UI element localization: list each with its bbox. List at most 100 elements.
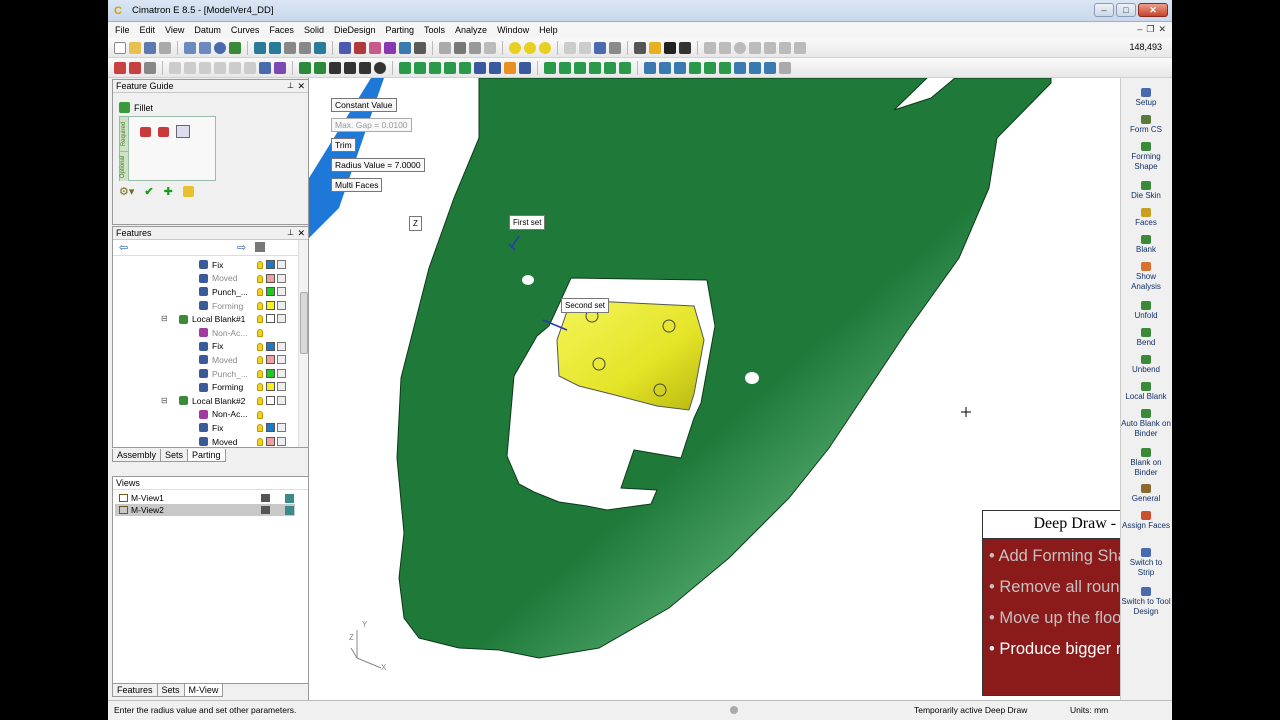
menu-datum[interactable]: Datum <box>189 25 226 35</box>
tree-options-icon[interactable] <box>255 242 265 252</box>
menu-analyze[interactable]: Analyze <box>450 25 492 35</box>
color-swatch[interactable] <box>266 260 275 269</box>
delete-icon[interactable] <box>114 61 126 74</box>
redo-icon[interactable] <box>199 41 211 54</box>
sketch-icon[interactable] <box>299 61 311 74</box>
copy-icon[interactable] <box>277 368 286 378</box>
view-activate-icon[interactable] <box>285 494 294 503</box>
pick-face-icon[interactable] <box>169 61 181 74</box>
hidden-line-icon[interactable] <box>454 41 466 54</box>
snap-end-icon[interactable] <box>779 41 791 54</box>
constant-value-button[interactable]: Constant Value <box>331 98 397 112</box>
multi-faces-button[interactable]: Multi Faces <box>331 178 383 192</box>
move-icon[interactable] <box>314 41 326 54</box>
layers-icon[interactable] <box>594 41 606 54</box>
features-scrollbar[interactable] <box>298 240 308 447</box>
die-tool-4-icon[interactable] <box>689 61 701 74</box>
table-icon[interactable] <box>634 41 646 54</box>
face-fill-icon[interactable] <box>619 61 631 74</box>
tab-m-view[interactable]: M-View <box>183 684 224 697</box>
tab-sets[interactable]: Sets <box>160 449 189 462</box>
maximize-button[interactable]: □ <box>1116 3 1136 17</box>
copy-icon[interactable] <box>277 396 286 405</box>
tab-sets[interactable]: Sets <box>156 684 185 697</box>
view-orbit-icon[interactable] <box>214 41 226 54</box>
menu-solid[interactable]: Solid <box>299 25 329 35</box>
view-front-icon[interactable] <box>354 41 366 54</box>
visibility-bulb-icon[interactable] <box>257 342 263 351</box>
color-swatch[interactable] <box>266 423 275 433</box>
sidebar-item-form-cs[interactable]: Form CS <box>1121 115 1171 135</box>
sidebar-item-die-skin[interactable]: Die Skin <box>1121 181 1171 201</box>
open-file-icon[interactable] <box>129 41 141 54</box>
apply-icon[interactable]: ✚ <box>164 185 173 198</box>
close-panel-icon[interactable]: ✕ <box>297 227 305 239</box>
filter-icon[interactable] <box>259 61 271 74</box>
back-arrow-icon[interactable]: ⇦ <box>119 241 128 254</box>
die-tool-5-icon[interactable] <box>704 61 716 74</box>
tree-row[interactable]: ⊟ Local Blank#1 <box>113 312 293 326</box>
face-blend-icon[interactable] <box>574 61 586 74</box>
pin-icon[interactable]: ⊥ <box>287 227 294 239</box>
tab-parting[interactable]: Parting <box>187 449 226 462</box>
menu-window[interactable]: Window <box>492 25 534 35</box>
tree-row[interactable]: Moved <box>113 272 293 286</box>
pick-edge-icon[interactable] <box>184 61 196 74</box>
camera-icon[interactable] <box>261 506 270 514</box>
hide-icon[interactable] <box>524 41 536 54</box>
pick-set-icon[interactable] <box>274 61 286 74</box>
ok-icon[interactable]: ✔ <box>144 185 153 198</box>
line-icon[interactable] <box>344 61 356 74</box>
trim-curve-icon[interactable] <box>444 61 456 74</box>
zoom-icon[interactable] <box>284 41 296 54</box>
new-file-icon[interactable] <box>114 41 126 54</box>
cut-icon[interactable] <box>159 41 171 54</box>
close-panel-icon[interactable]: ✕ <box>297 80 305 92</box>
sidebar-item-switch-to-strip[interactable]: Switch to Strip <box>1121 548 1171 578</box>
visibility-bulb-icon[interactable] <box>257 301 263 310</box>
sidebar-item-assign-faces[interactable]: Assign Faces <box>1121 511 1171 531</box>
composite-icon[interactable] <box>314 61 326 74</box>
pick-point-icon[interactable] <box>229 61 241 74</box>
pick-all-icon[interactable] <box>244 61 256 74</box>
die-tool-2-icon[interactable] <box>659 61 671 74</box>
face-split-icon[interactable] <box>604 61 616 74</box>
color-swatch[interactable] <box>266 396 275 405</box>
tab-assembly[interactable]: Assembly <box>112 449 162 462</box>
save-icon[interactable] <box>144 41 156 54</box>
snap-point-icon[interactable] <box>719 41 731 54</box>
tree-row[interactable]: Non-Ac... <box>113 326 293 340</box>
wireframe-icon[interactable] <box>439 41 451 54</box>
visibility-bulb-icon[interactable] <box>257 410 263 419</box>
fillet-icon[interactable] <box>504 61 516 74</box>
parameters-step-icon[interactable] <box>176 125 190 138</box>
mdi-close-button[interactable]: ✕ <box>1158 24 1166 35</box>
menu-edit[interactable]: Edit <box>135 25 161 35</box>
collapse-icon[interactable]: ⊟ <box>161 396 168 405</box>
forward-arrow-icon[interactable]: ⇨ <box>237 241 246 254</box>
visibility-bulb-icon[interactable] <box>257 397 263 405</box>
tree-row[interactable]: ⊟ Local Blank#2 <box>113 394 293 408</box>
circle-icon[interactable] <box>374 61 386 74</box>
view-activate-icon[interactable] <box>285 506 294 515</box>
next-icon[interactable] <box>579 41 591 54</box>
line-width-icon[interactable] <box>679 41 691 54</box>
second-set-step-icon[interactable] <box>158 127 169 137</box>
max-gap-field[interactable]: Max. Gap = 0.0100 <box>331 118 412 132</box>
sidebar-item-forming-shape[interactable]: Forming Shape <box>1121 142 1171 172</box>
tree-row[interactable]: Forming <box>113 380 293 394</box>
tree-row[interactable]: Punch_... <box>113 367 293 381</box>
project-curve-icon[interactable] <box>429 61 441 74</box>
tree-row[interactable]: Fix <box>113 258 293 272</box>
sidebar-item-switch-to-tool-design[interactable]: Switch to Tool Design <box>1121 587 1171 617</box>
line-style-icon[interactable] <box>664 41 676 54</box>
extrude-icon[interactable] <box>474 61 486 74</box>
spline-icon[interactable] <box>399 61 411 74</box>
die-tool-8-icon[interactable] <box>749 61 761 74</box>
copy-icon[interactable] <box>277 341 286 351</box>
optional-tab[interactable]: Optional <box>120 151 129 181</box>
sidebar-item-auto-blank-on-binder[interactable]: Auto Blank on Binder <box>1121 409 1171 439</box>
prev-icon[interactable] <box>564 41 576 54</box>
pan-icon[interactable] <box>229 41 241 54</box>
tree-row[interactable]: Moved <box>113 435 293 449</box>
